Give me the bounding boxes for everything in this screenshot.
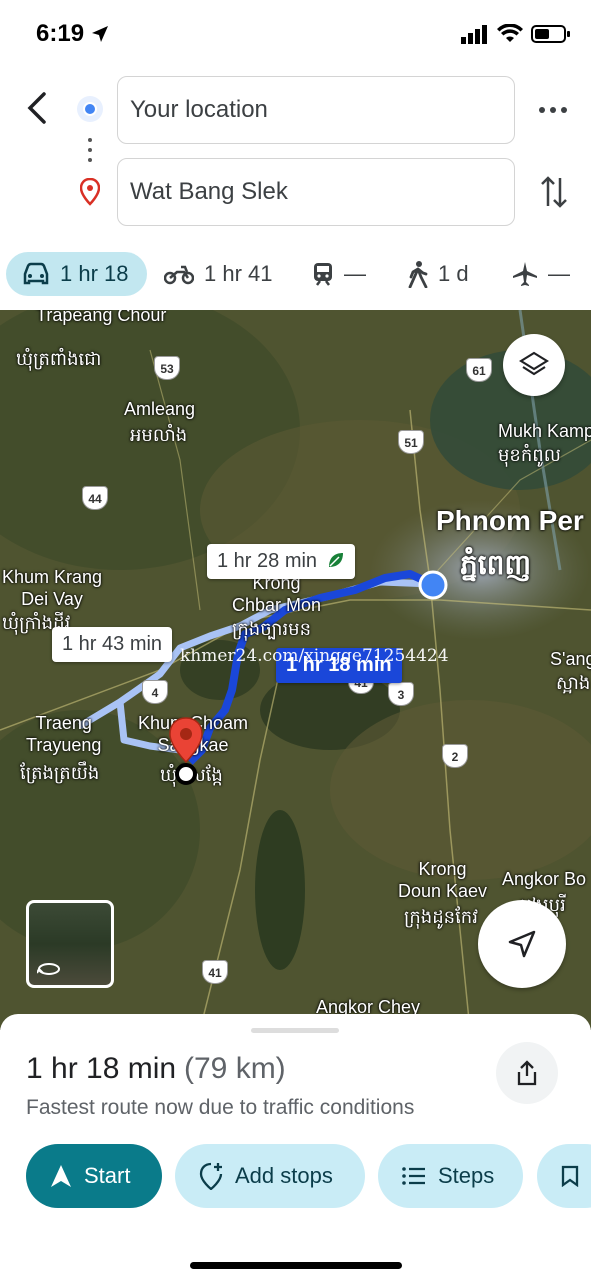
cellular-signal-icon xyxy=(461,25,487,44)
map-label-amleang-km: អមលាំង xyxy=(130,425,188,445)
destination-pin-icon xyxy=(80,178,100,206)
map-label-phnom-penh: Phnom Per xyxy=(436,505,584,536)
map-label-sang: S'ang xyxy=(550,649,591,669)
map-label-doun-kaev-km: ក្រុងដូនកែវ xyxy=(404,907,478,927)
mode-driving[interactable]: 1 hr 18 xyxy=(6,252,147,296)
list-icon xyxy=(402,1167,425,1185)
highway-shield: 61 xyxy=(466,358,492,382)
layers-icon xyxy=(519,351,549,376)
map-label-doun-kaev: Krong Doun Kaev xyxy=(398,859,488,901)
mode-transit-label: — xyxy=(344,261,366,286)
map-label-traeng-trayueng: Traeng Trayueng xyxy=(26,713,102,755)
steps-label: Steps xyxy=(438,1163,495,1188)
map-label-khum-krang: Khum Krang Dei Vay xyxy=(2,567,103,609)
bookmark-icon xyxy=(561,1165,579,1187)
watermark-text: khmer24.com/xingge71254424 xyxy=(180,646,449,666)
mode-flight-label: — xyxy=(548,261,570,286)
map-label-sang-km: ស្អាង xyxy=(556,673,591,693)
add-stops-button[interactable]: Add stops xyxy=(175,1144,365,1208)
start-button[interactable]: Start xyxy=(26,1144,162,1208)
mode-flight[interactable]: — xyxy=(512,252,570,296)
street-view-thumbnail[interactable] xyxy=(26,900,114,988)
mode-transit[interactable]: — xyxy=(312,252,366,296)
origin-input[interactable]: Your location xyxy=(117,76,515,144)
directions-screen: 6:19 Your location Wat Bang Slek 1 hr 18… xyxy=(0,0,591,1280)
status-bar: 6:19 xyxy=(0,0,591,70)
car-icon xyxy=(23,262,49,285)
map-label-phnom-penh-km: ភ្នំពេញ xyxy=(460,549,532,580)
map-label-angkor-borei: Angkor Bo xyxy=(502,869,587,889)
travel-mode-bar: 1 hr 18 1 hr 41 — 1 d — xyxy=(0,250,591,298)
status-time: 6:19 xyxy=(36,20,85,47)
walk-icon xyxy=(408,261,428,288)
route-distance: (79 km) xyxy=(184,1052,286,1085)
map-view[interactable]: Trapeang Chour ឃុំត្រពាំងជោ Amleang អមលា… xyxy=(0,310,591,1030)
highway-shield: 51 xyxy=(398,430,424,454)
highway-shield: 41 xyxy=(202,960,228,984)
navigation-arrow-icon xyxy=(508,930,536,958)
battery-icon xyxy=(531,25,570,43)
mode-walking[interactable]: 1 d xyxy=(408,252,469,296)
transit-icon xyxy=(314,263,332,286)
share-icon xyxy=(517,1060,537,1086)
mode-motorcycle-label: 1 hr 41 xyxy=(204,261,273,286)
current-location-dot-icon xyxy=(418,570,448,600)
location-arrow-icon xyxy=(92,26,108,42)
street-view-rotate-icon xyxy=(37,963,60,975)
route-connector-dots-icon xyxy=(88,138,92,166)
map-label-trapeang-chour-km: ឃុំត្រពាំងជោ xyxy=(16,349,102,369)
origin-dot-icon xyxy=(77,96,103,122)
add-stops-label: Add stops xyxy=(235,1163,333,1188)
map-label-mukh-kampul-km: មុខកំពូល xyxy=(498,445,561,465)
map-label-mukh-kampul: Mukh Kamp xyxy=(498,421,591,441)
wifi-icon xyxy=(497,24,523,42)
map-label-amleang: Amleang xyxy=(124,399,196,419)
swap-directions-icon[interactable] xyxy=(540,174,568,210)
map-layers-button[interactable] xyxy=(503,334,565,396)
status-icons xyxy=(461,24,571,44)
share-button[interactable] xyxy=(496,1042,558,1104)
highway-shield: 4 xyxy=(142,680,168,704)
highway-shield: 44 xyxy=(82,486,108,510)
highway-shield: 2 xyxy=(442,744,468,768)
map-label-traeng-trayueng-km: ត្រែងត្រយឹង xyxy=(20,763,100,783)
mode-driving-label: 1 hr 18 xyxy=(60,261,129,286)
recenter-button[interactable] xyxy=(478,900,566,988)
route-summary-sheet: 1 hr 18 min (79 km) Fastest route now du… xyxy=(0,1014,591,1280)
start-label: Start xyxy=(84,1163,131,1188)
navigation-arrow-icon xyxy=(51,1165,71,1187)
map-label-trapeang-chour: Trapeang Chour xyxy=(36,310,167,325)
home-indicator xyxy=(190,1262,402,1269)
save-button[interactable] xyxy=(537,1144,591,1208)
route-duration: 1 hr 18 min xyxy=(26,1052,177,1085)
route-callout-alt-2[interactable]: 1 hr 43 min xyxy=(52,627,173,662)
motorcycle-icon xyxy=(164,265,194,285)
sheet-drag-handle[interactable] xyxy=(251,1028,339,1033)
flight-icon xyxy=(513,262,537,286)
highway-shield: 53 xyxy=(154,356,180,380)
mode-motorcycle[interactable]: 1 hr 41 xyxy=(164,252,273,296)
route-callout-alt-1-label: 1 hr 28 min xyxy=(217,550,318,572)
more-options-icon[interactable] xyxy=(538,97,568,123)
eco-leaf-icon xyxy=(328,553,343,567)
back-arrow-icon[interactable] xyxy=(20,88,54,128)
highway-shield: 3 xyxy=(388,682,414,706)
destination-input[interactable]: Wat Bang Slek xyxy=(117,158,515,226)
route-callout-alt-1[interactable]: 1 hr 28 min xyxy=(207,544,355,579)
add-location-icon xyxy=(199,1162,223,1190)
map-label-chbar-mon-km: ក្រុងច្បារមន xyxy=(232,619,312,639)
route-note: Fastest route now due to traffic conditi… xyxy=(26,1096,415,1119)
mode-walking-label: 1 d xyxy=(438,261,469,286)
destination-marker-icon[interactable] xyxy=(166,716,206,786)
steps-button[interactable]: Steps xyxy=(378,1144,523,1208)
